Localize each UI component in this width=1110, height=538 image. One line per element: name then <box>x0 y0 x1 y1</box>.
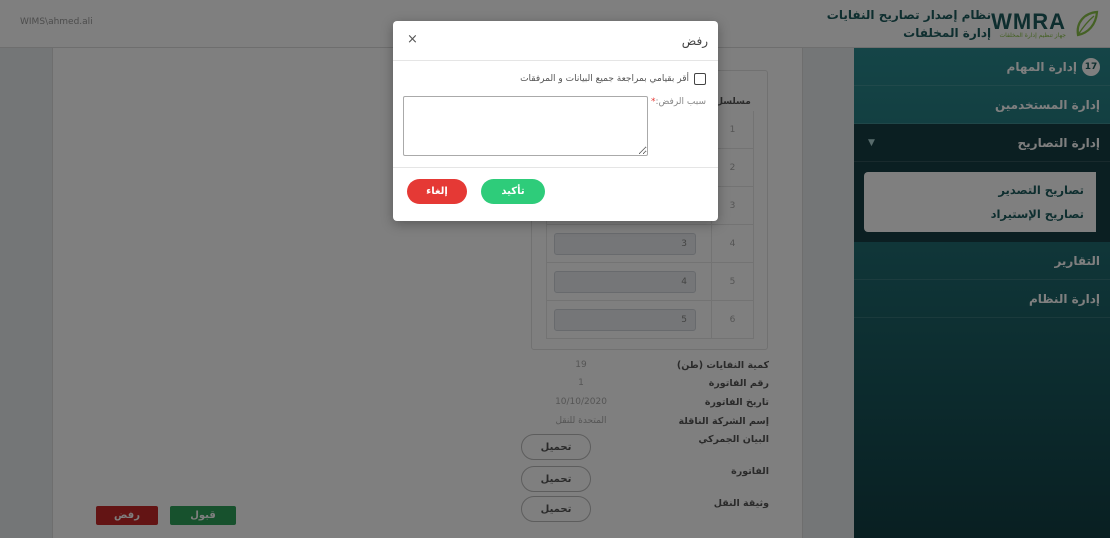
reason-label-text: سبب الرفض: <box>655 97 706 107</box>
modal-title: رفض <box>681 34 708 48</box>
reason-label: سبب الرفض:* <box>651 97 706 107</box>
confirm-review-text: أقر بقيامي بمراجعة جميع البيانات و المرف… <box>520 74 689 84</box>
modal-footer: تأكيد إلغاء <box>393 167 718 221</box>
cancel-button[interactable]: إلغاء <box>407 179 467 204</box>
confirm-review-checkbox[interactable] <box>694 73 706 85</box>
confirm-review-row: أقر بقيامي بمراجعة جميع البيانات و المرف… <box>520 73 706 85</box>
reject-modal: رفض × أقر بقيامي بمراجعة جميع البيانات و… <box>393 21 718 221</box>
close-icon[interactable]: × <box>407 32 418 47</box>
reject-reason-input[interactable] <box>403 96 648 156</box>
confirm-button[interactable]: تأكيد <box>481 179 545 204</box>
modal-header: رفض × <box>393 21 718 61</box>
